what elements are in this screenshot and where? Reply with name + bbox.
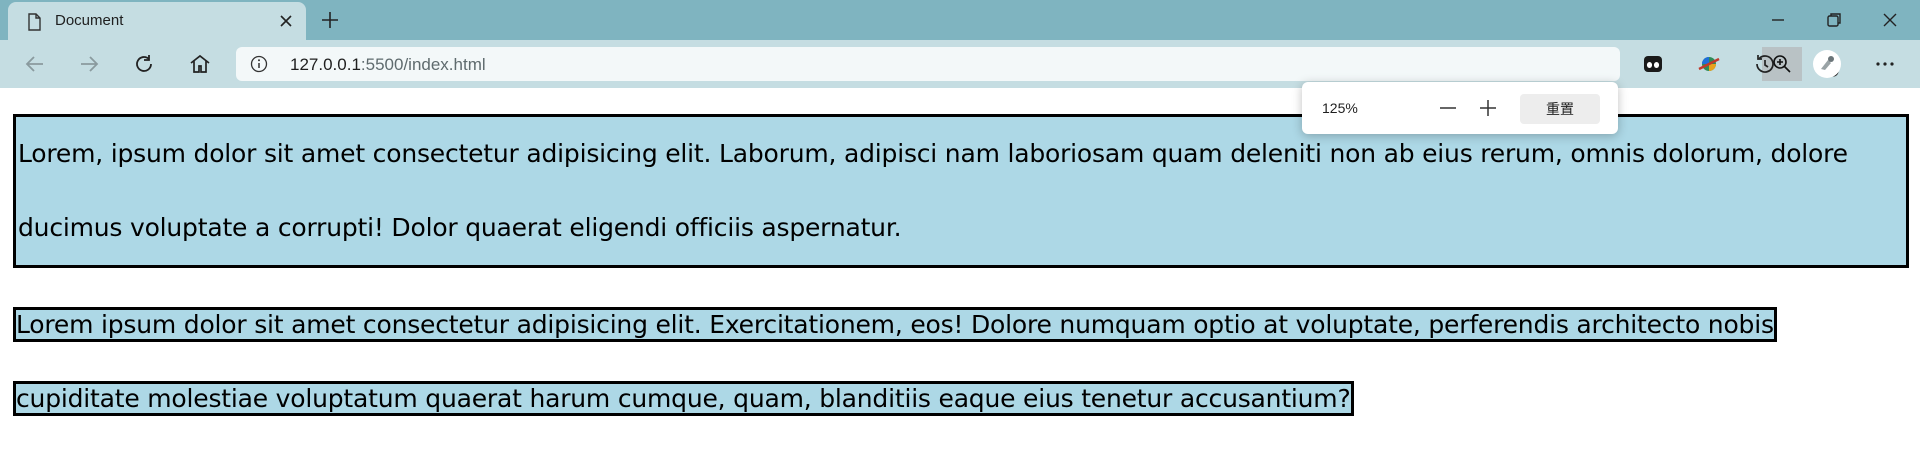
page-content: Lorem, ipsum dolor sit amet consectetur …: [0, 88, 1920, 460]
tab-title: Document: [55, 12, 124, 29]
plus-icon[interactable]: [1476, 96, 1500, 120]
history-icon[interactable]: [1752, 51, 1778, 77]
block-paragraph: Lorem, ipsum dolor sit amet consectetur …: [13, 114, 1909, 268]
info-icon[interactable]: [250, 55, 268, 73]
address-bar[interactable]: 127.0.0.1:5500/index.html: [236, 47, 1839, 81]
more-icon[interactable]: [1872, 51, 1898, 77]
document-icon: [28, 13, 41, 31]
zoom-popup: 125% 重置: [1302, 82, 1618, 134]
minimize-icon[interactable]: [1766, 8, 1790, 32]
tab-document[interactable]: Document: [8, 2, 306, 40]
minus-icon[interactable]: [1436, 96, 1460, 120]
browser-toolbar: 127.0.0.1:5500/index.html: [0, 40, 1920, 88]
inline-span-text: Lorem ipsum dolor sit amet consectetur a…: [13, 307, 1777, 416]
url-text[interactable]: 127.0.0.1:5500/index.html: [290, 55, 486, 75]
url-path: :5500/index.html: [360, 55, 486, 74]
zoom-level: 125%: [1322, 100, 1358, 116]
close-icon[interactable]: [276, 11, 296, 31]
colorful-extension-icon[interactable]: [1696, 51, 1722, 77]
profile-avatar[interactable]: [1812, 49, 1842, 79]
url-host: 127.0.0.1: [290, 55, 361, 74]
back-icon[interactable]: [22, 51, 48, 77]
extension-icon[interactable]: [1640, 51, 1666, 77]
restore-icon[interactable]: [1822, 8, 1846, 32]
tab-strip: Document: [0, 0, 1920, 40]
inline-paragraph: Lorem ipsum dolor sit amet consectetur a…: [13, 288, 1893, 436]
forward-icon[interactable]: [76, 51, 102, 77]
plus-icon[interactable]: [318, 8, 342, 32]
close-window-icon[interactable]: [1878, 8, 1902, 32]
home-icon[interactable]: [187, 51, 213, 77]
zoom-reset-button[interactable]: 重置: [1520, 94, 1600, 124]
refresh-icon[interactable]: [131, 51, 157, 77]
